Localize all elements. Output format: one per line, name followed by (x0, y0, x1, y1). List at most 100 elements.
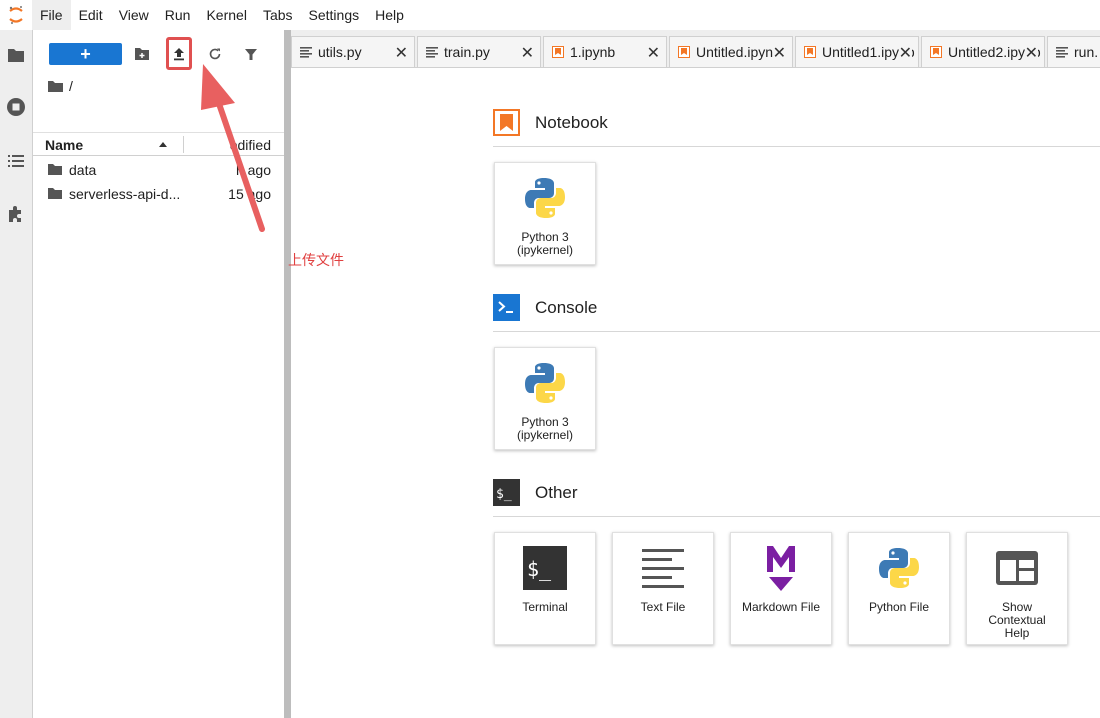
python-icon (495, 173, 595, 223)
card-label-line1: Python File (868, 600, 930, 614)
text-file-icon (613, 543, 713, 593)
file-name: serverless-api-d... (69, 186, 181, 202)
jupyter-logo-icon (0, 0, 32, 30)
card-label-line2: (ipykernel) (516, 428, 573, 442)
menu-run[interactable]: Run (157, 0, 199, 30)
folder-icon[interactable] (6, 45, 26, 65)
text-file-icon (300, 46, 312, 58)
toc-icon[interactable] (6, 151, 26, 171)
breadcrumb[interactable]: / (48, 76, 73, 96)
tab-untitled2-ipynb[interactable]: Untitled2.ipynb ✕ (921, 36, 1045, 67)
card-label: Python File (849, 601, 949, 614)
notebook-section-icon (493, 109, 520, 136)
console-section-icon (493, 294, 520, 321)
svg-text:$_: $_ (496, 487, 512, 502)
close-icon[interactable]: ✕ (1024, 43, 1038, 63)
text-file-card[interactable]: Text File (612, 532, 714, 645)
text-file-icon (426, 46, 438, 58)
svg-text:$_: $_ (527, 557, 552, 581)
notebook-icon (804, 46, 816, 58)
console-python3-card[interactable]: Python 3 (ipykernel) (494, 347, 596, 450)
close-icon[interactable]: ✕ (395, 43, 408, 63)
file-row-data[interactable]: data h ago (33, 158, 284, 182)
notebook-icon (552, 46, 564, 58)
text-file-icon (1056, 46, 1068, 58)
running-icon[interactable] (6, 97, 26, 117)
filter-icon[interactable] (239, 42, 263, 66)
card-label-line2: (ipykernel) (516, 243, 573, 257)
other-section-header: $_ Other (493, 479, 1100, 517)
python-file-card[interactable]: Python File (848, 532, 950, 645)
console-section-title: Console (535, 298, 598, 317)
upload-icon[interactable] (167, 42, 191, 66)
card-label: Terminal (495, 601, 595, 614)
console-section-header: Console (493, 294, 1100, 332)
contextual-help-card[interactable]: Show Contextual Help (966, 532, 1068, 645)
close-icon[interactable]: ✕ (898, 43, 912, 63)
refresh-icon[interactable] (203, 42, 227, 66)
notebook-icon (930, 46, 942, 58)
menu-view[interactable]: View (111, 0, 157, 30)
menu-edit[interactable]: Edit (71, 0, 111, 30)
python-icon (849, 543, 949, 593)
tab-untitled-ipynb[interactable]: Untitled.ipynb ✕ (669, 36, 793, 67)
menu-bar: File Edit View Run Kernel Tabs Settings … (0, 0, 1100, 30)
file-list-header: Name odified (33, 132, 284, 156)
menu-tabs[interactable]: Tabs (255, 0, 301, 30)
menu-file[interactable]: File (32, 0, 71, 30)
file-modified: 15 ago (228, 186, 271, 202)
file-browser-panel: + / Name odified data h ago serverless-a… (33, 30, 284, 718)
file-name: data (69, 162, 97, 178)
extension-icon[interactable] (6, 204, 26, 224)
file-row-serverless[interactable]: serverless-api-d... 15 ago (33, 182, 284, 206)
tab-run[interactable]: run. (1047, 36, 1100, 67)
card-label-line3: Help (1004, 626, 1030, 640)
python-icon (495, 358, 595, 408)
column-separator[interactable] (183, 136, 184, 153)
terminal-card[interactable]: $_ Terminal (494, 532, 596, 645)
file-browser-toolbar: + (33, 30, 284, 74)
folder-icon (48, 188, 62, 199)
other-section-icon: $_ (493, 479, 520, 506)
column-modified-header[interactable]: odified (230, 137, 271, 153)
tab-bar: utils.py ✕ train.py ✕ 1.ipynb ✕ Untitled… (291, 30, 1100, 68)
notebook-section-title: Notebook (535, 113, 608, 132)
markdown-icon (731, 543, 831, 593)
tab-1-ipynb[interactable]: 1.ipynb ✕ (543, 36, 667, 67)
close-icon[interactable]: ✕ (521, 43, 534, 63)
other-section-title: Other (535, 483, 578, 502)
tab-label: run. (1074, 44, 1099, 60)
card-label: Text File (613, 601, 713, 614)
terminal-icon: $_ (495, 543, 595, 593)
tab-train-py[interactable]: train.py ✕ (417, 36, 541, 67)
launcher-panel: Notebook Python 3 (ipykernel) Console Py… (291, 68, 1100, 718)
notebook-python3-card[interactable]: Python 3 (ipykernel) (494, 162, 596, 265)
card-label-line1: Markdown File (741, 600, 821, 614)
card-label-line1: Text File (640, 600, 686, 614)
close-icon[interactable]: ✕ (647, 43, 660, 63)
menu-settings[interactable]: Settings (301, 0, 368, 30)
tab-untitled1-ipynb[interactable]: Untitled1.ipynb ✕ (795, 36, 919, 67)
breadcrumb-folder-icon (48, 81, 63, 92)
annotation-text: 上传文件 (288, 252, 344, 268)
sort-ascending-icon (159, 142, 167, 147)
menu-kernel[interactable]: Kernel (198, 0, 254, 30)
column-name-header[interactable]: Name (45, 137, 83, 153)
card-label: Python 3 (ipykernel) (495, 231, 595, 257)
markdown-file-card[interactable]: Markdown File (730, 532, 832, 645)
notebook-section-header: Notebook (493, 109, 1100, 147)
contextual-help-icon (967, 543, 1067, 593)
menu-help[interactable]: Help (367, 0, 412, 30)
card-label-line1: Terminal (522, 600, 568, 614)
card-label: Python 3 (ipykernel) (495, 416, 595, 442)
new-folder-icon[interactable] (130, 42, 154, 66)
close-icon[interactable]: ✕ (772, 43, 786, 63)
notebook-icon (678, 46, 690, 58)
panel-splitter[interactable] (284, 30, 291, 718)
file-modified: h ago (235, 162, 271, 178)
card-label: Markdown File (731, 601, 831, 614)
breadcrumb-root[interactable]: / (69, 78, 73, 94)
new-launcher-button[interactable]: + (49, 43, 122, 65)
tab-utils-py[interactable]: utils.py ✕ (291, 36, 415, 67)
card-label: Show Contextual Help (967, 601, 1067, 640)
